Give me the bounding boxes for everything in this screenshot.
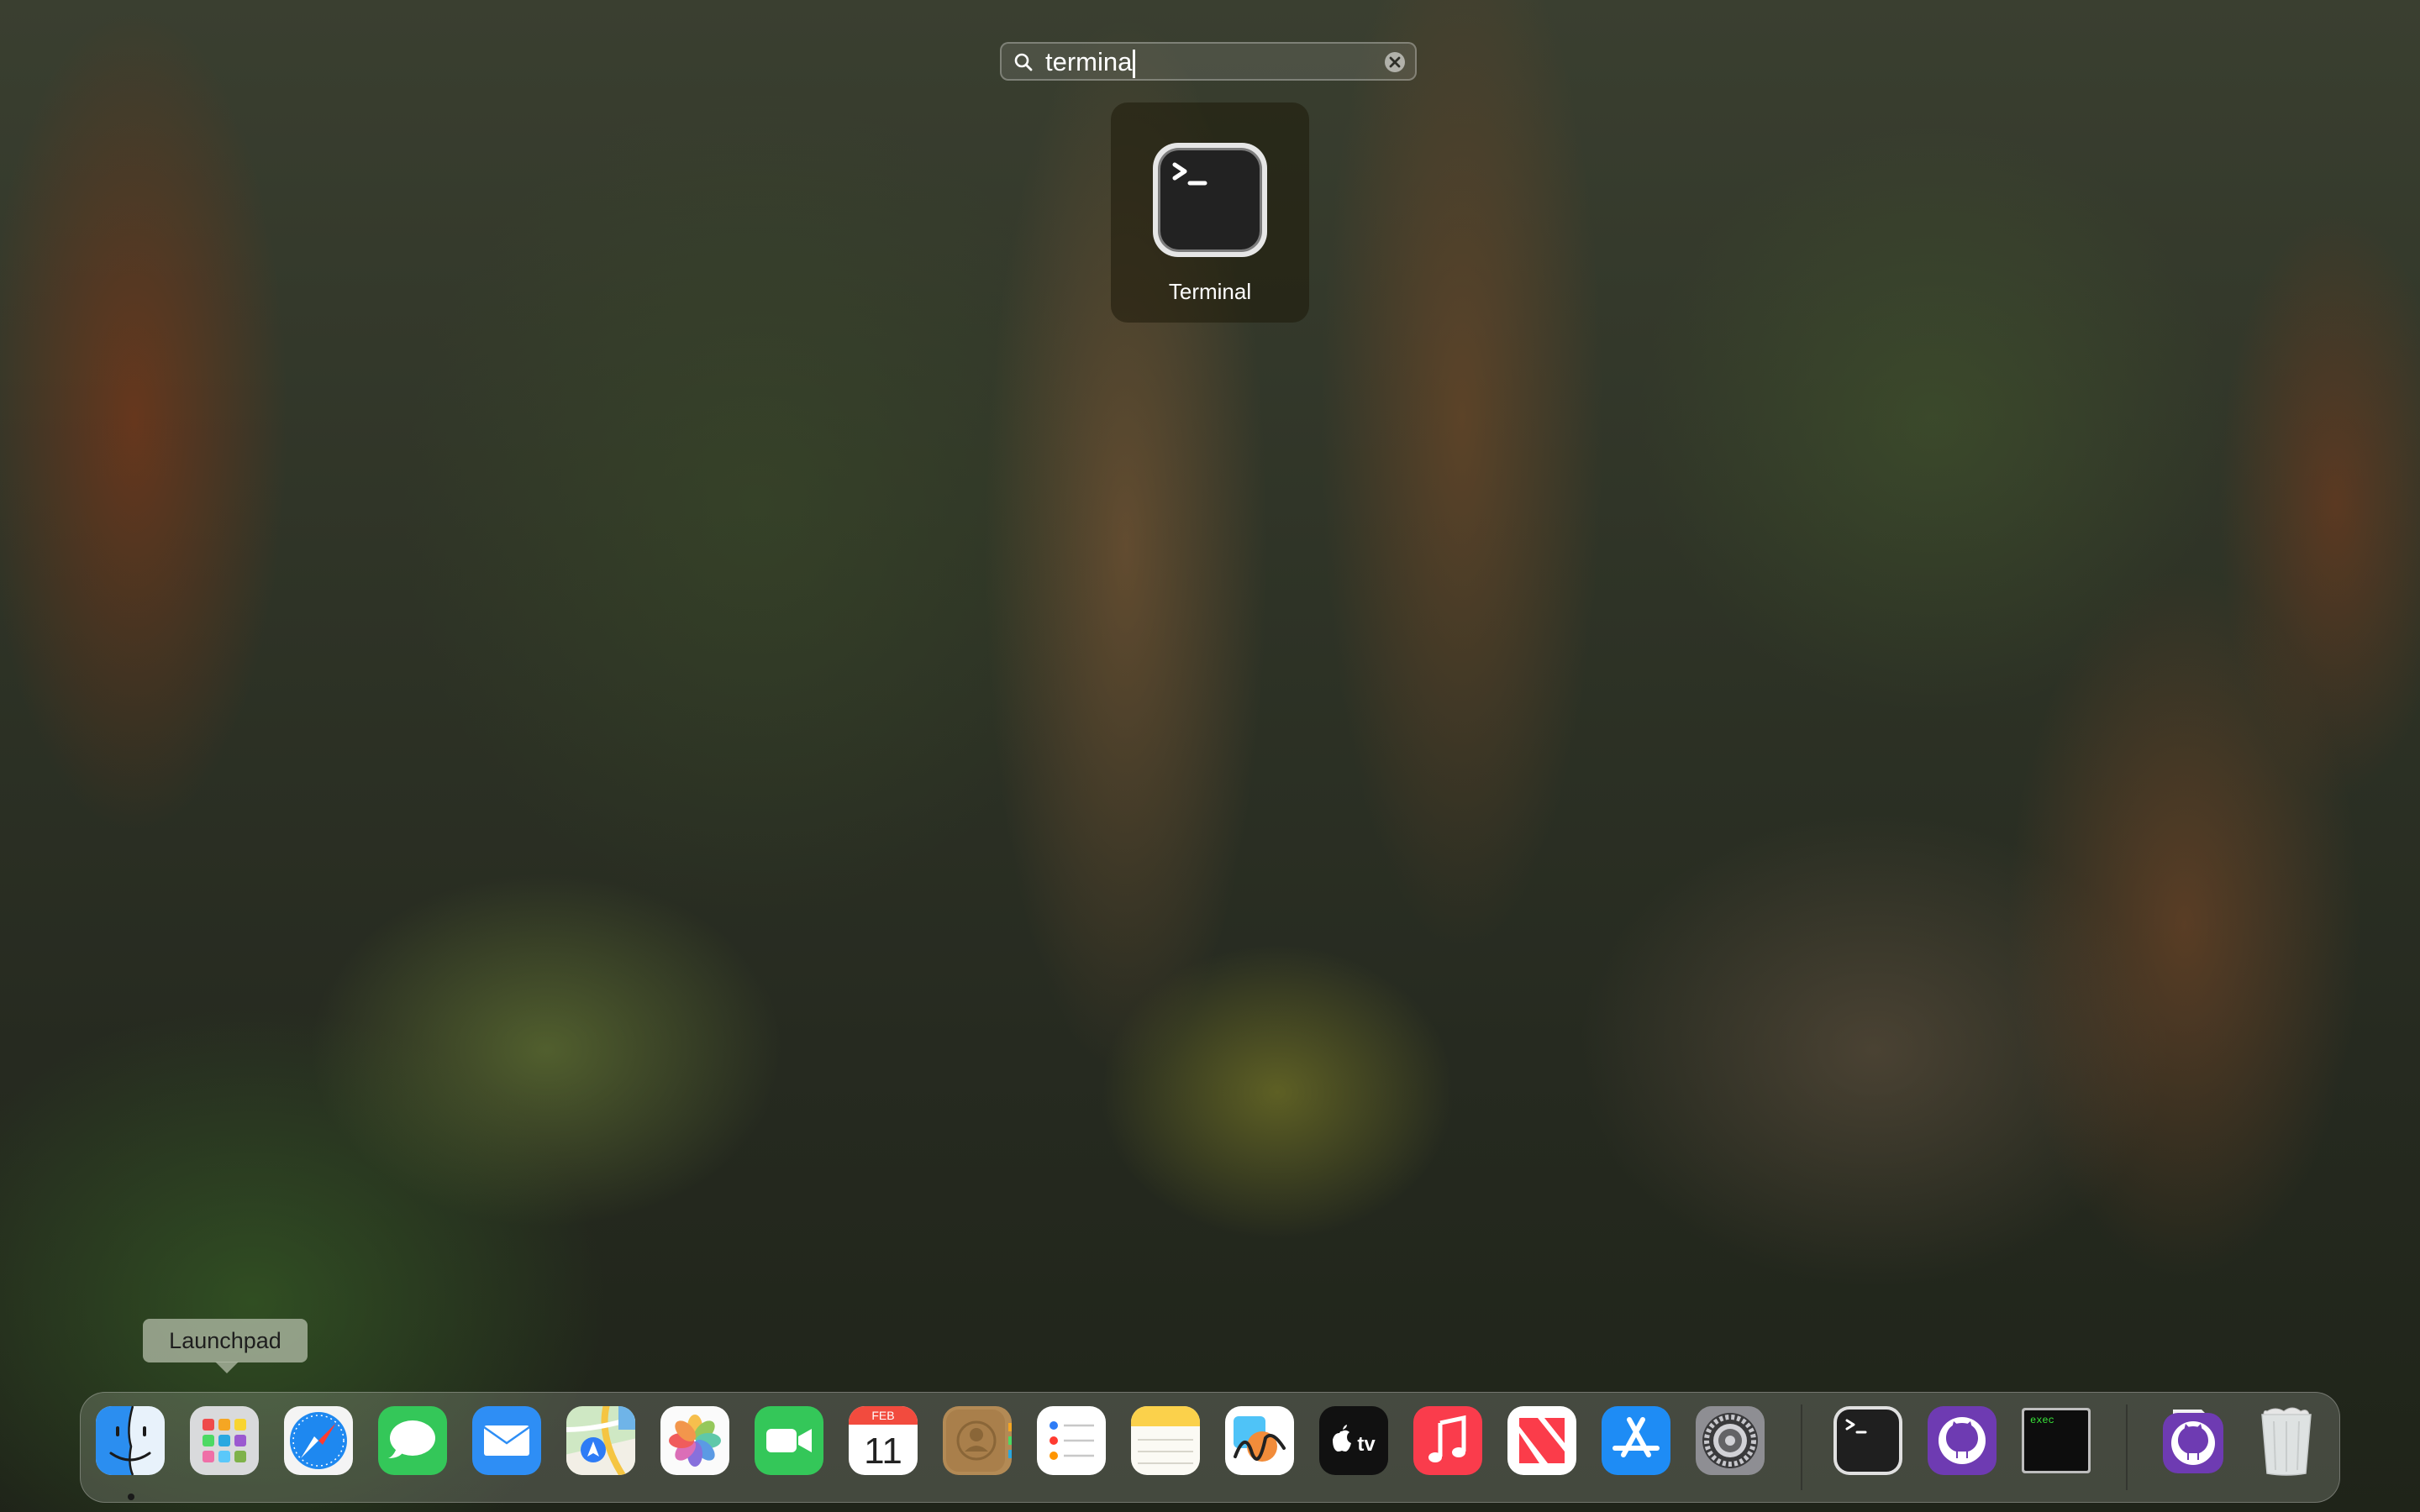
- news-icon: [1507, 1406, 1576, 1475]
- search-icon: [1014, 53, 1033, 71]
- exec-terminal-icon: exec: [2022, 1408, 2091, 1473]
- dock-music[interactable]: [1412, 1404, 1484, 1477]
- calendar-icon: FEB 11: [849, 1406, 918, 1475]
- dock-tooltip: Launchpad: [143, 1319, 308, 1362]
- dock-photos[interactable]: [659, 1404, 731, 1477]
- dock-apple-tv[interactable]: tv: [1318, 1404, 1390, 1477]
- exec-label: exec: [2030, 1415, 2054, 1426]
- dock-launchpad[interactable]: [188, 1404, 260, 1477]
- text-caret: [1133, 49, 1136, 78]
- result-label: Terminal: [1168, 279, 1252, 304]
- dock-maps[interactable]: [565, 1404, 637, 1477]
- dock-separator: [1801, 1404, 1802, 1490]
- launchpad-icon: [190, 1406, 259, 1475]
- mail-icon: [472, 1406, 541, 1475]
- apple-tv-icon: tv: [1319, 1406, 1388, 1475]
- dock-github-desktop[interactable]: [1926, 1404, 1998, 1477]
- dock-messages[interactable]: [376, 1404, 449, 1477]
- dock-calendar[interactable]: FEB 11: [847, 1404, 919, 1477]
- terminal-icon: [1833, 1406, 1902, 1475]
- github-folder-icon: [2163, 1410, 2223, 1473]
- dock-facetime[interactable]: [753, 1404, 825, 1477]
- dock-notes[interactable]: [1129, 1404, 1202, 1477]
- dock-terminal[interactable]: [1832, 1404, 1904, 1477]
- photos-icon: [660, 1406, 729, 1475]
- dock-mail[interactable]: [471, 1404, 543, 1477]
- tv-label: tv: [1357, 1433, 1376, 1456]
- launchpad-search-field[interactable]: termina: [1000, 42, 1417, 81]
- dock-github-stack[interactable]: [2156, 1404, 2228, 1477]
- trash-icon: [2261, 1407, 2312, 1476]
- dock-system-settings[interactable]: [1694, 1404, 1766, 1477]
- running-indicator: [128, 1494, 134, 1500]
- search-result-terminal[interactable]: Terminal: [1111, 102, 1309, 323]
- dock-trash[interactable]: [2250, 1404, 2323, 1477]
- freeform-icon: [1225, 1406, 1294, 1475]
- notes-icon: [1131, 1406, 1200, 1475]
- dock-app-store[interactable]: [1600, 1404, 1672, 1477]
- dock-reminders[interactable]: [1035, 1404, 1107, 1477]
- messages-icon: [378, 1406, 447, 1475]
- dock-safari[interactable]: [282, 1404, 355, 1477]
- maps-icon: [566, 1406, 635, 1475]
- system-settings-icon: [1696, 1406, 1765, 1475]
- app-store-icon: [1602, 1406, 1670, 1475]
- finder-icon: [96, 1405, 165, 1476]
- dock-news[interactable]: [1506, 1404, 1578, 1477]
- dock-separator: [2126, 1404, 2128, 1490]
- facetime-icon: [755, 1406, 823, 1475]
- reminders-icon: [1037, 1406, 1106, 1475]
- calendar-day: 11: [864, 1431, 902, 1472]
- dock-finder[interactable]: [94, 1404, 166, 1477]
- calendar-month: FEB: [871, 1409, 894, 1422]
- music-icon: [1413, 1406, 1482, 1475]
- safari-icon: [284, 1406, 353, 1475]
- dock-contacts[interactable]: [941, 1404, 1013, 1477]
- terminal-icon: [1153, 143, 1267, 257]
- contacts-icon: [943, 1406, 1012, 1475]
- clear-search-icon[interactable]: [1383, 50, 1407, 74]
- dock-freeform[interactable]: [1223, 1404, 1296, 1477]
- github-icon: [1928, 1406, 1996, 1475]
- search-input[interactable]: termina: [1045, 47, 1136, 78]
- tooltip-arrow: [215, 1362, 239, 1373]
- dock-exec[interactable]: exec: [2020, 1404, 2092, 1477]
